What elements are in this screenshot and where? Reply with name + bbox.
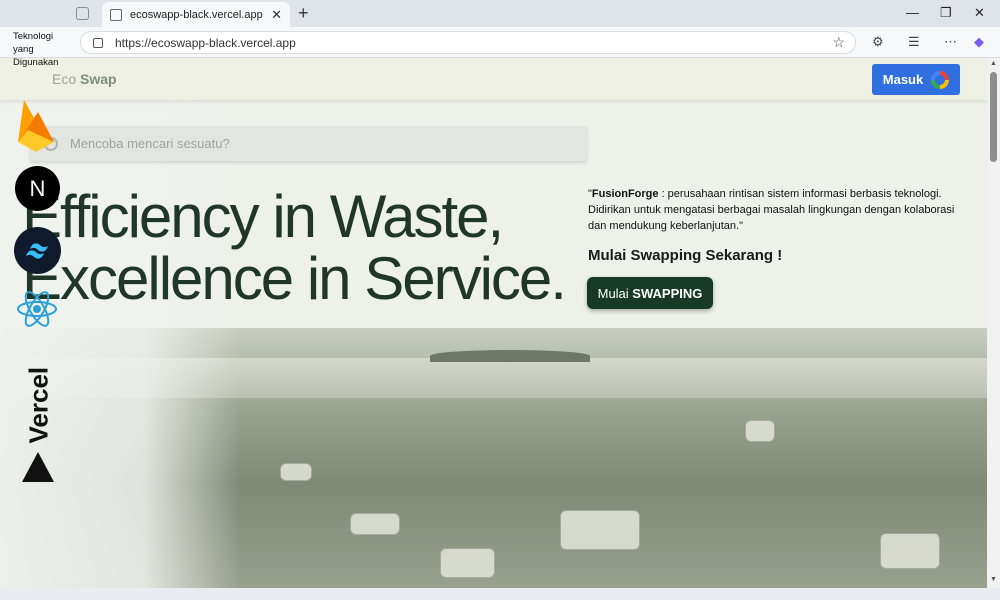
tech-used-label: Teknologi yang Digunakan [13, 31, 59, 68]
login-button[interactable]: Masuk [872, 64, 960, 95]
page-favicon-icon [110, 8, 122, 21]
favorite-star-icon[interactable]: ☆ [832, 34, 845, 51]
browser-tab[interactable]: ecoswapp-black.vercel.app ✕ [102, 2, 290, 27]
logo-bold-text: Swap [80, 71, 117, 87]
plastic-bottle [280, 463, 312, 481]
close-window-icon[interactable]: ✕ [974, 5, 985, 21]
login-label: Masuk [882, 72, 924, 87]
plastic-bottle [745, 420, 775, 442]
company-name: FusionForge [591, 188, 659, 200]
react-icon [17, 291, 57, 327]
search-placeholder: Mencoba mencari sesuatu? [70, 136, 230, 151]
start-swapping-button[interactable]: Mulai SWAPPING [587, 277, 713, 309]
headline-line-2: Excellence in Service. [22, 245, 567, 312]
cta-title: Mulai Swapping Sekarang ! [588, 247, 783, 264]
firebase-icon [18, 100, 54, 152]
new-tab-icon[interactable]: + [298, 4, 309, 22]
tab-actions-icon[interactable] [76, 7, 89, 20]
vercel-wordmark: Vercel [23, 366, 54, 444]
tailwind-icon [14, 227, 61, 274]
more-menu-icon[interactable]: ⋯ [944, 34, 957, 50]
site-info-icon[interactable] [93, 37, 103, 48]
restore-icon[interactable]: ❐ [940, 5, 952, 21]
minimize-icon[interactable]: — [906, 5, 919, 20]
page-scrollbar[interactable]: ▲ ▼ [987, 58, 1000, 588]
close-tab-icon[interactable]: ✕ [271, 7, 282, 23]
cta-prefix: Mulai [597, 285, 633, 301]
address-toolbar: https://ecoswapp-black.vercel.app ☆ [0, 27, 1000, 58]
browser-tab-bar: ecoswapp-black.vercel.app ✕ + — ❐ ✕ [0, 0, 1000, 27]
plastic-bottle [440, 548, 495, 578]
scroll-up-icon[interactable]: ▲ [990, 60, 997, 67]
nextjs-icon: N [15, 166, 60, 211]
google-icon [931, 70, 950, 89]
cta-bold: SWAPPING [632, 285, 703, 301]
headline-line-1: Efficiency in Waste, [22, 183, 504, 250]
scrollbar-thumb[interactable] [990, 72, 997, 162]
os-taskbar [0, 588, 1000, 600]
scroll-down-icon[interactable]: ▼ [990, 576, 997, 583]
nextjs-letter: N [29, 175, 46, 201]
web-page: Eco Swap Masuk Mencoba mencari sesuatu? … [0, 58, 987, 588]
vercel-icon [22, 452, 54, 482]
hero-headline: Efficiency in Waste, Excellence in Servi… [22, 183, 567, 312]
ecoswap-logo[interactable]: Eco Swap [52, 71, 117, 87]
search-input[interactable]: Mencoba mencari sesuatu? [30, 126, 587, 161]
url-text: https://ecoswapp-black.vercel.app [115, 35, 296, 50]
favorites-icon[interactable]: ☰ [908, 34, 920, 50]
company-description: "FusionForge : perusahaan rintisan siste… [588, 188, 955, 232]
plastic-bottle [560, 510, 640, 550]
copilot-icon[interactable]: ◆ [974, 34, 984, 50]
tab-title: ecoswapp-black.vercel.app [130, 8, 263, 21]
extensions-icon[interactable]: ⚙ [872, 34, 884, 50]
distant-land [430, 350, 590, 362]
plastic-bottle [350, 513, 400, 535]
plastic-bottle [880, 533, 940, 569]
logo-light-text: Eco [52, 71, 77, 87]
site-navbar: Eco Swap Masuk [0, 58, 987, 100]
address-bar[interactable]: https://ecoswapp-black.vercel.app ☆ [80, 31, 856, 54]
